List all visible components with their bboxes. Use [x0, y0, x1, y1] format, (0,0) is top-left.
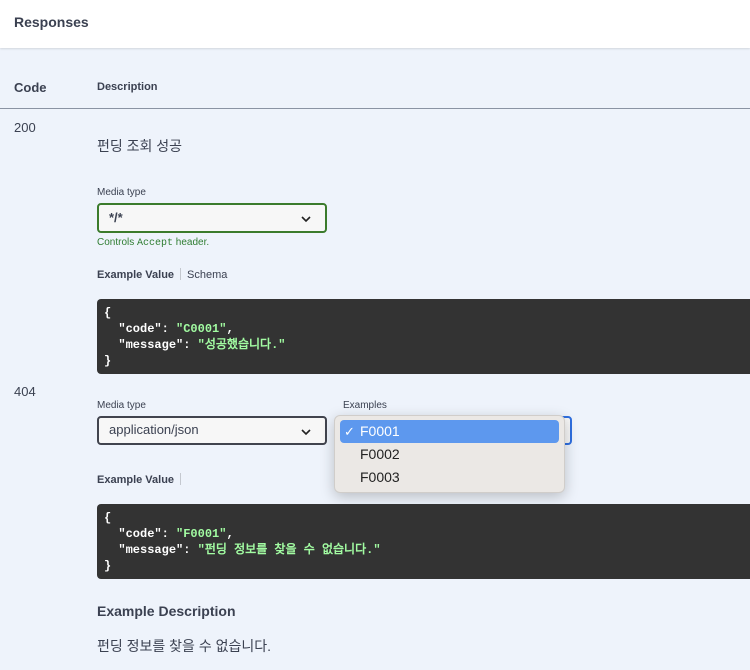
media-type-label-200: Media type	[97, 187, 146, 198]
media-type-select-200[interactable]: */*	[97, 203, 327, 233]
examples-label: Examples	[343, 400, 387, 411]
tab-schema-200[interactable]: Schema	[187, 269, 227, 281]
example-description-title: Example Description	[97, 603, 236, 619]
examples-option-f0001[interactable]: ✓ F0001	[340, 420, 559, 443]
column-header-divider	[0, 108, 750, 109]
example-tabs-200: Example Value Schema	[97, 268, 227, 281]
media-type-value-404: application/json	[109, 422, 199, 437]
responses-header: Responses	[0, 0, 750, 48]
response-code-200: 200	[14, 120, 36, 135]
controls-accept-note: Controls Accept header.	[97, 237, 210, 249]
tab-example-value-200[interactable]: Example Value	[97, 269, 174, 281]
example-description-text: 펀딩 정보를 찾을 수 없습니다.	[97, 638, 272, 654]
column-header-code: Code	[14, 80, 47, 95]
response-code-404: 404	[14, 384, 36, 399]
tab-separator	[180, 268, 182, 280]
tab-separator	[180, 473, 182, 485]
tab-example-value-404[interactable]: Example Value	[97, 474, 174, 486]
checkmark-icon: ✓	[344, 424, 355, 439]
column-header-description: Description	[97, 81, 158, 93]
chevron-down-icon	[301, 216, 311, 223]
media-type-select-404[interactable]: application/json	[97, 416, 327, 445]
example-code-block-404: { "code": "F0001", "message": "펀딩 정보를 찾을…	[97, 504, 750, 579]
accept-code: Accept	[137, 238, 174, 249]
examples-dropdown-menu: ✓ F0001 F0002 F0003	[334, 415, 565, 493]
media-type-value-200: */*	[109, 210, 123, 225]
responses-title: Responses	[14, 14, 89, 30]
response-description-200: 펀딩 조회 성공	[97, 138, 183, 154]
media-type-label-404: Media type	[97, 400, 146, 411]
chevron-down-icon	[301, 429, 311, 436]
examples-option-f0003[interactable]: F0003	[340, 466, 559, 489]
example-code-block-200: { "code": "C0001", "message": "성공했습니다." …	[97, 299, 750, 374]
example-tabs-404: Example Value	[97, 473, 187, 486]
examples-option-f0002[interactable]: F0002	[340, 443, 559, 466]
